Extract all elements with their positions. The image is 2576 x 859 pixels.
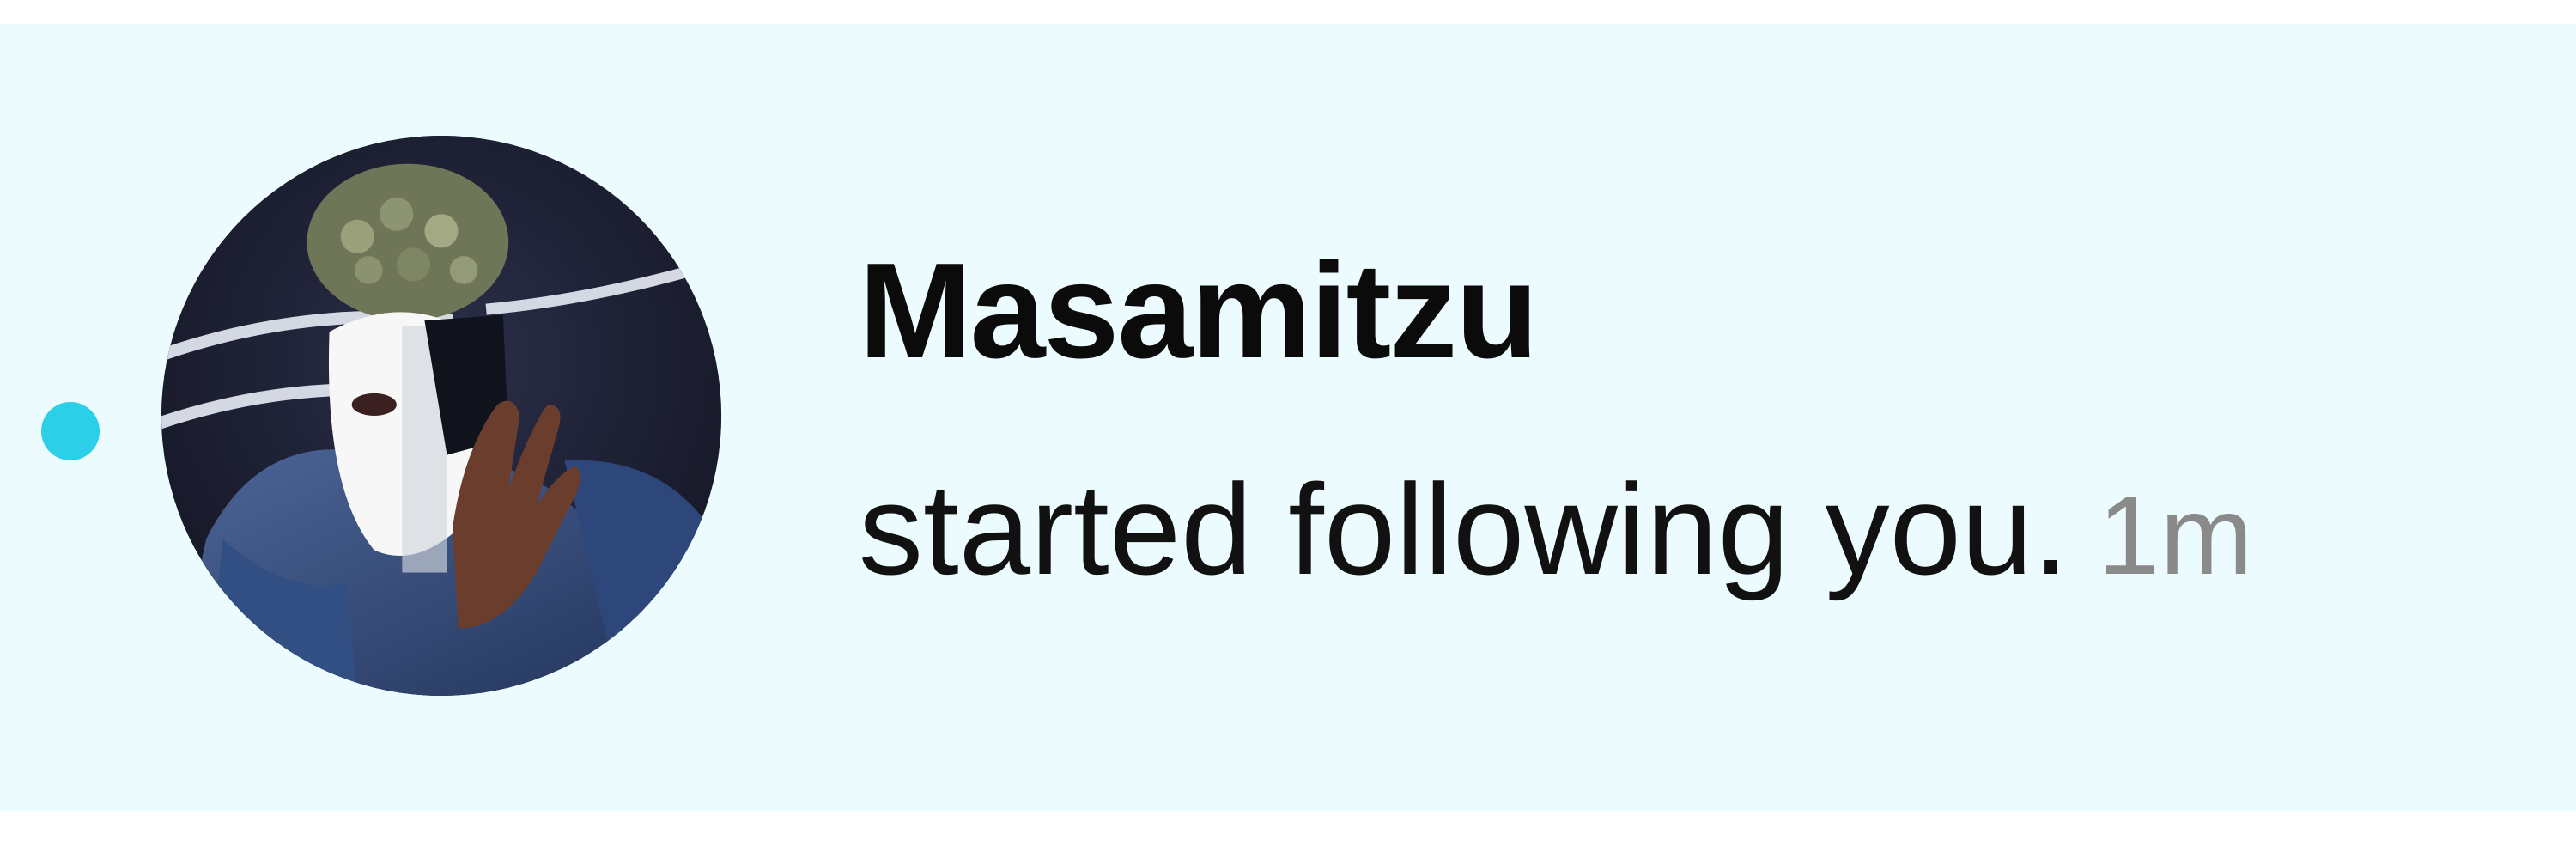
notification-text: Masamitzu started following you. 1m (859, 243, 2533, 594)
action-line: started following you. 1m (859, 465, 2533, 594)
follow-notification-row[interactable]: Masamitzu started following you. 1m (0, 24, 2576, 811)
user-avatar[interactable] (161, 136, 721, 696)
notification-timestamp: 1m (2098, 472, 2253, 598)
unread-indicator-dot (41, 402, 100, 460)
username-link[interactable]: Masamitzu (859, 243, 2533, 379)
notification-action-text: started following you. (859, 457, 2069, 601)
avatar-photo-icon (161, 136, 721, 696)
